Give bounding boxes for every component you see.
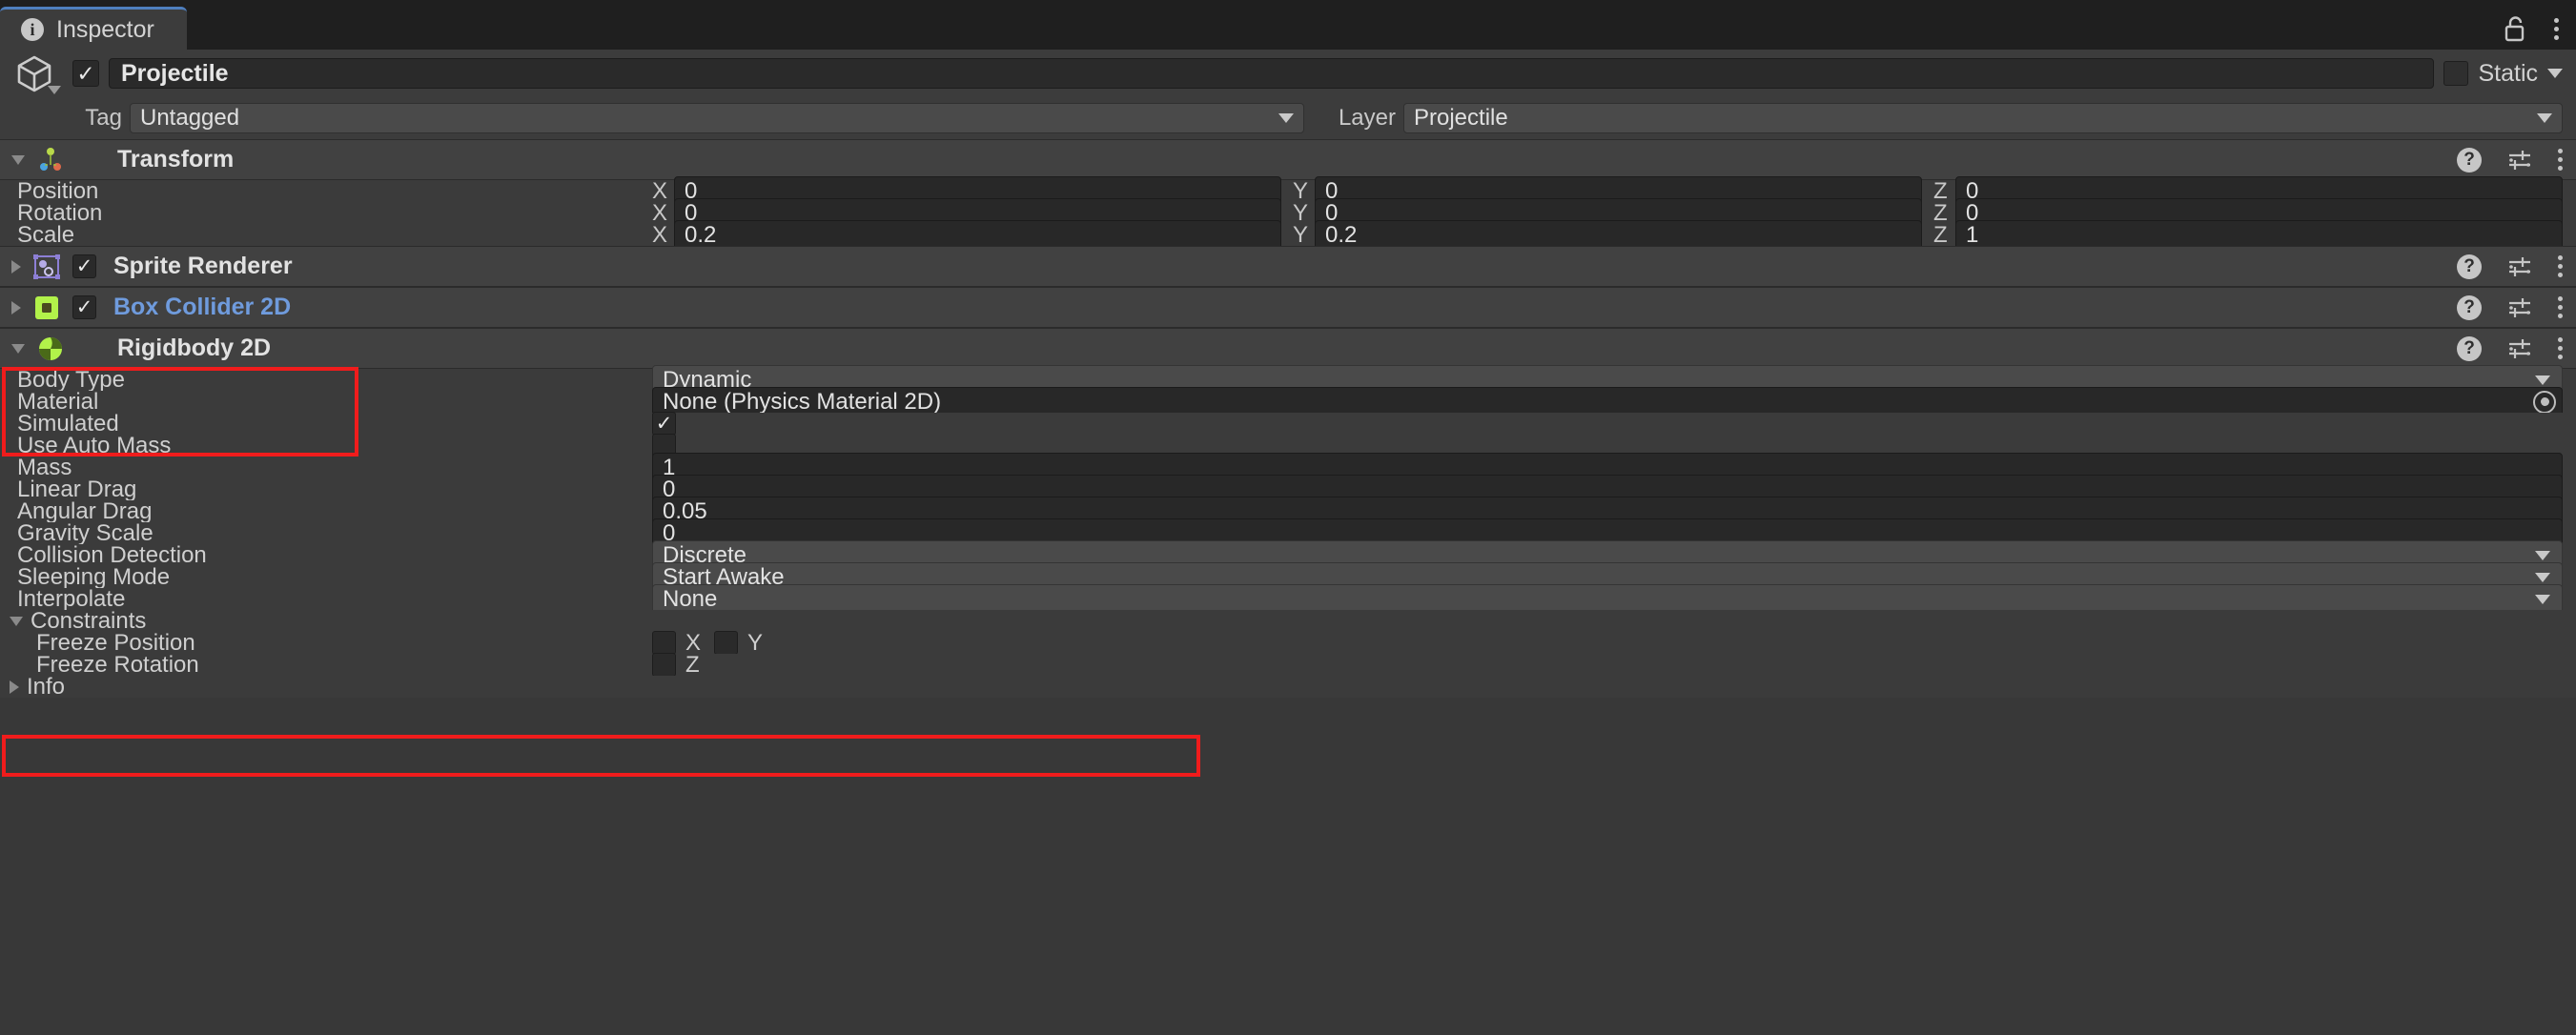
- component-header-sprite-renderer[interactable]: Sprite Renderer?: [0, 246, 2576, 287]
- kebab-menu-icon[interactable]: [2558, 337, 2563, 359]
- scale-z-input-value: 1: [1966, 221, 1979, 248]
- info-icon: i: [21, 18, 44, 41]
- chevron-down-icon: [1278, 113, 1294, 123]
- foldout-collapsed-icon[interactable]: [11, 300, 21, 315]
- component-header-transform[interactable]: Transform?: [0, 139, 2576, 180]
- axis-label-y: Y: [1293, 221, 1309, 248]
- component-enabled-checkbox-box-collider-2d[interactable]: [72, 295, 96, 319]
- tab-strip-controls: [2503, 15, 2559, 42]
- component-list: Transform? Position X 0 Y 0 Z 0 Rotation X 0 Y 0 Z 0 Sc…: [0, 139, 2576, 700]
- component-title-box-collider-2d: Box Collider 2D: [113, 294, 292, 320]
- simulated-checkbox[interactable]: [652, 412, 676, 436]
- axis-label-z: Z: [685, 651, 700, 678]
- gameobject-name-field[interactable]: Projectile: [109, 58, 2435, 89]
- property-label-info: Info: [0, 674, 652, 700]
- interpolate-dropdown-value: None: [663, 585, 718, 612]
- box-collider-2d-icon: [35, 295, 58, 319]
- gameobject-name-value: Projectile: [121, 59, 229, 87]
- help-icon[interactable]: ?: [2457, 254, 2482, 279]
- gameobject-enabled-checkbox[interactable]: [72, 60, 99, 87]
- help-icon[interactable]: ?: [2457, 147, 2482, 172]
- property-row-scale: Scale X 0.2 Y 0.2 Z 1: [0, 219, 2576, 251]
- inspector-tab-strip: i Inspector: [0, 0, 2576, 50]
- property-label-text-info: Info: [27, 673, 66, 700]
- rigidbody-2d-icon: [39, 336, 62, 360]
- component-title-transform: Transform: [117, 146, 235, 172]
- component-title-rigidbody-2d: Rigidbody 2D: [117, 335, 272, 361]
- object-picker-icon[interactable]: [2533, 390, 2556, 414]
- foldout-expanded-icon[interactable]: [11, 343, 25, 354]
- chevron-down-icon: [2535, 594, 2550, 604]
- kebab-menu-icon[interactable]: [2554, 17, 2559, 40]
- freeze-rotation-z-group: Z: [652, 652, 700, 679]
- component-header-actions: ?: [2457, 147, 2563, 173]
- property-label-scale: Scale: [17, 221, 75, 248]
- freeze-rotation-z-checkbox[interactable]: [652, 653, 676, 677]
- kebab-menu-icon[interactable]: [2558, 296, 2563, 318]
- component-title-sprite-renderer: Sprite Renderer: [113, 253, 293, 279]
- component-header-rigidbody-2d[interactable]: Rigidbody 2D?: [0, 328, 2576, 369]
- foldout-expanded-icon[interactable]: [11, 154, 25, 165]
- chevron-down-icon: [2537, 113, 2552, 123]
- component-header-actions: ?: [2457, 254, 2563, 280]
- sprite-renderer-icon: [33, 254, 60, 279]
- foldout-expanded-icon[interactable]: [10, 616, 23, 626]
- component-enabled-checkbox-sprite-renderer[interactable]: [72, 254, 96, 278]
- static-checkbox[interactable]: [2443, 61, 2469, 86]
- chevron-down-icon: [2535, 375, 2550, 385]
- tag-label: Tag: [85, 105, 122, 131]
- value-wrap: [652, 412, 2576, 436]
- layer-dropdown[interactable]: Projectile: [1403, 103, 2563, 133]
- tag-dropdown[interactable]: Untagged: [130, 103, 1304, 133]
- preset-sliders-icon[interactable]: [2506, 147, 2533, 173]
- help-icon[interactable]: ?: [2457, 294, 2482, 320]
- lock-icon[interactable]: [2503, 15, 2527, 42]
- preset-sliders-icon[interactable]: [2506, 254, 2533, 280]
- transform-icon: [40, 147, 61, 171]
- property-row-info: Info: [0, 674, 2576, 700]
- value-wrap: Z: [652, 652, 2576, 679]
- component-header-actions: ?: [2457, 294, 2563, 321]
- cube-icon[interactable]: [6, 51, 63, 95]
- scale-x-input-value: 0.2: [685, 221, 717, 248]
- scale-y-input-value: 0.2: [1325, 221, 1358, 248]
- axis-label-x: X: [652, 221, 668, 248]
- layer-value: Projectile: [1414, 105, 1508, 131]
- component-header-actions: ?: [2457, 335, 2563, 362]
- help-icon[interactable]: ?: [2457, 335, 2482, 361]
- static-dropdown-arrow-icon[interactable]: [2547, 69, 2563, 78]
- layer-label: Layer: [1338, 105, 1396, 131]
- foldout-collapsed-icon[interactable]: [11, 259, 21, 274]
- chevron-down-icon: [2535, 550, 2550, 560]
- static-label: Static: [2478, 59, 2538, 87]
- component-header-box-collider-2d[interactable]: Box Collider 2D?: [0, 287, 2576, 328]
- chevron-down-icon: [2535, 572, 2550, 582]
- static-control: Static: [2443, 60, 2563, 88]
- kebab-menu-icon[interactable]: [2558, 255, 2563, 277]
- kebab-menu-icon[interactable]: [2558, 149, 2563, 171]
- tab-inspector-label: Inspector: [56, 15, 154, 43]
- axis-label-z: Z: [1933, 221, 1948, 248]
- tag-value: Untagged: [140, 105, 240, 131]
- tab-inspector[interactable]: i Inspector: [0, 7, 187, 50]
- preset-sliders-icon[interactable]: [2506, 294, 2533, 321]
- preset-sliders-icon[interactable]: [2506, 335, 2533, 362]
- foldout-collapsed-icon[interactable]: [10, 680, 19, 694]
- gameobject-header: Projectile Static: [0, 50, 2576, 97]
- cube-dropdown-arrow-icon[interactable]: [48, 86, 61, 94]
- annotation-gravity-scale-highlight: [2, 735, 1200, 777]
- tag-layer-row: Tag Untagged Layer Projectile: [0, 97, 2576, 139]
